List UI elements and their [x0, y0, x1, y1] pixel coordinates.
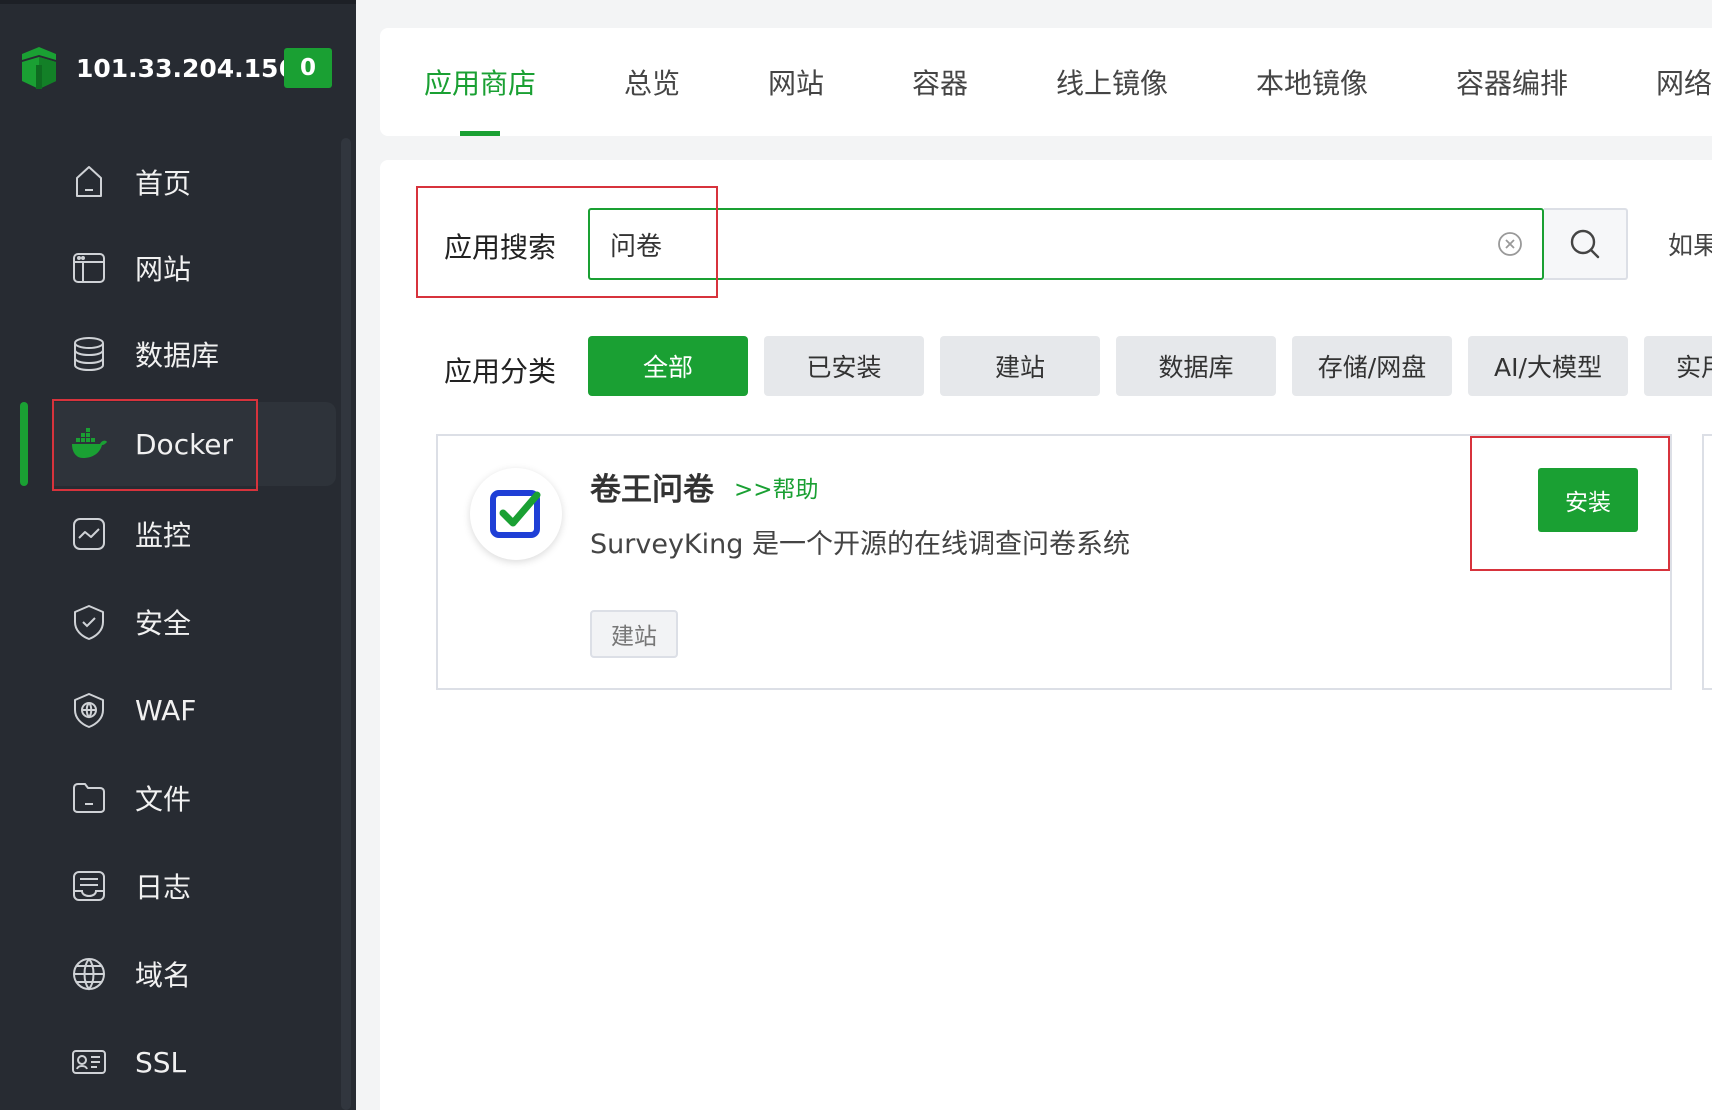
- category-website[interactable]: 建站: [940, 336, 1100, 396]
- tab-app-store[interactable]: 应用商店: [424, 28, 536, 136]
- message-count-badge[interactable]: 0: [284, 48, 332, 88]
- search-field[interactable]: [588, 208, 1544, 280]
- sidebar-item-website[interactable]: 网站: [52, 226, 336, 310]
- category-ai[interactable]: AI/大模型: [1468, 336, 1628, 396]
- sidebar-item-waf[interactable]: WAF: [52, 668, 336, 752]
- category-all[interactable]: 全部: [588, 336, 748, 396]
- log-icon: [69, 866, 109, 906]
- sidebar-item-label: 数据库: [135, 339, 220, 372]
- www-icon: [69, 954, 109, 994]
- survey-check-icon: [490, 490, 541, 538]
- active-tab-underline: [460, 131, 500, 136]
- shield-icon: [69, 602, 109, 642]
- app-description: SurveyKing 是一个开源的在线调查问卷系统: [590, 529, 1130, 560]
- ssl-icon: [69, 1042, 109, 1082]
- sidebar-item-label: 日志: [135, 871, 192, 904]
- sidebar-item-label: Docker: [135, 427, 234, 461]
- tab-website[interactable]: 网站: [768, 28, 824, 136]
- monitor-icon: [69, 514, 109, 554]
- home-icon: [69, 162, 109, 202]
- sidebar: 101.33.204.156 0 首页 网站 数据库 Docker 监控 安全 …: [0, 0, 356, 1110]
- tab-bar: 应用商店 总览 网站 容器 线上镜像 本地镜像 容器编排 网络: [380, 28, 1712, 136]
- app-card-next-edge: [1702, 434, 1712, 690]
- database-icon: [69, 334, 109, 374]
- search-button[interactable]: [1544, 208, 1628, 280]
- search-icon: [1570, 229, 1600, 259]
- sidebar-item-label: SSL: [135, 1045, 187, 1079]
- tab-online-images[interactable]: 线上镜像: [1056, 28, 1168, 136]
- category-database[interactable]: 数据库: [1116, 336, 1276, 396]
- sidebar-item-label: 监控: [135, 519, 192, 552]
- sidebar-item-security[interactable]: 安全: [52, 580, 336, 664]
- sidebar-item-database[interactable]: 数据库: [52, 312, 336, 396]
- sidebar-item-ssl[interactable]: SSL: [52, 1020, 336, 1104]
- search-hint-text: 如果: [1668, 231, 1712, 260]
- sidebar-item-label: 域名: [135, 959, 192, 992]
- sidebar-item-label: 安全: [135, 607, 192, 640]
- docker-icon: [69, 424, 109, 464]
- brand: 101.33.204.156: [20, 44, 296, 92]
- category-utility[interactable]: 实用: [1644, 336, 1712, 396]
- sidebar-item-label: 首页: [135, 167, 192, 200]
- tab-network[interactable]: 网络: [1656, 28, 1712, 136]
- app-logo: [470, 468, 562, 560]
- sidebar-item-label: 文件: [135, 783, 192, 816]
- sidebar-item-label: WAF: [135, 693, 197, 727]
- clear-icon[interactable]: [1496, 230, 1524, 258]
- app-help-link[interactable]: >>帮助: [734, 470, 819, 504]
- tab-overview[interactable]: 总览: [624, 28, 680, 136]
- sidebar-top-border: [0, 0, 356, 4]
- install-button[interactable]: 安装: [1538, 468, 1638, 532]
- bt-logo-icon: [22, 47, 56, 89]
- app-name: 卷王问卷: [590, 472, 714, 508]
- sidebar-item-monitor[interactable]: 监控: [52, 492, 336, 576]
- sidebar-item-docker[interactable]: Docker: [52, 402, 336, 486]
- sidebar-item-home[interactable]: 首页: [52, 140, 336, 224]
- search-input[interactable]: [610, 229, 1430, 259]
- sidebar-item-files[interactable]: 文件: [52, 756, 336, 840]
- folder-icon: [69, 778, 109, 818]
- search-label: 应用搜索: [444, 231, 557, 264]
- sidebar-scrollbar[interactable]: [341, 138, 351, 1110]
- tab-compose[interactable]: 容器编排: [1456, 28, 1568, 136]
- sidebar-item-logs[interactable]: 日志: [52, 844, 336, 928]
- app-tag: 建站: [590, 610, 678, 658]
- category-label: 应用分类: [444, 355, 557, 388]
- active-indicator: [20, 402, 28, 486]
- website-icon: [69, 248, 109, 288]
- category-installed[interactable]: 已安装: [764, 336, 924, 396]
- waf-icon: [69, 690, 109, 730]
- sidebar-item-label: 网站: [135, 253, 192, 286]
- tab-local-images[interactable]: 本地镜像: [1256, 28, 1368, 136]
- category-storage[interactable]: 存储/网盘: [1292, 336, 1452, 396]
- sidebar-item-domain[interactable]: 域名: [52, 932, 336, 1016]
- server-ip: 101.33.204.156: [76, 53, 296, 83]
- tab-container[interactable]: 容器: [912, 28, 968, 136]
